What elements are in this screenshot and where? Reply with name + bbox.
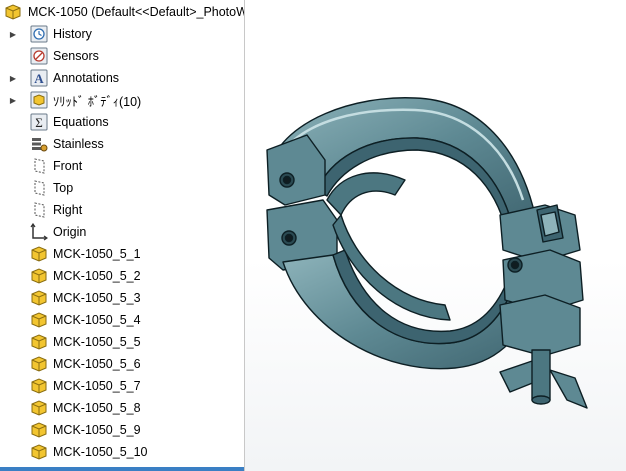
feature-manager-tree[interactable]: MCK-1050 (Default<<Default>_PhotoW ▶ Hist… — [0, 0, 245, 471]
tree-item[interactable]: Sensors — [0, 45, 244, 67]
tree-item[interactable]: MCK-1050_5_9 — [0, 419, 244, 441]
plane-icon — [30, 157, 48, 175]
tree-item-label: MCK-1050_5_9 — [53, 423, 141, 437]
tree-item[interactable]: Front — [0, 155, 244, 177]
tree-item-label: MCK-1050_5_3 — [53, 291, 141, 305]
annotations-icon: A — [30, 69, 48, 87]
tree-item[interactable]: Stainless — [0, 133, 244, 155]
sensors-icon — [30, 47, 48, 65]
tree-item[interactable]: MCK-1050_5_5 — [0, 331, 244, 353]
tree-item-label: MCK-1050_5_8 — [53, 401, 141, 415]
plane-icon — [30, 179, 48, 197]
tree-item-label: Stainless — [53, 137, 104, 151]
tree-item-label: Front — [53, 159, 83, 173]
solid-bodies-icon — [30, 91, 48, 109]
tree-root-item[interactable]: MCK-1050 (Default<<Default>_PhotoW — [0, 1, 244, 23]
graphics-viewport[interactable] — [245, 0, 626, 471]
tree-item[interactable]: MCK-1050_5_2 — [0, 265, 244, 287]
part-icon — [30, 421, 48, 439]
tree-item[interactable]: Top — [0, 177, 244, 199]
tree-item[interactable]: MCK-1050_5_7 — [0, 375, 244, 397]
expand-arrow-icon[interactable]: ▶ — [9, 67, 17, 89]
svg-text:A: A — [34, 71, 44, 86]
tree-item-label: MCK-1050_5_1 — [53, 247, 141, 261]
part-icon — [30, 443, 48, 461]
tree-item[interactable]: Σ Equations — [0, 111, 244, 133]
plane-icon — [30, 201, 48, 219]
selection-bar — [0, 467, 244, 471]
tree-item-label: MCK-1050_5_2 — [53, 269, 141, 283]
part-icon — [30, 355, 48, 373]
tree-item-label: Top — [53, 181, 74, 195]
part-icon — [30, 333, 48, 351]
tree-item-label: Annotations — [53, 71, 120, 85]
tree-item[interactable]: MCK-1050_5_3 — [0, 287, 244, 309]
expand-arrow-icon[interactable]: ▶ — [9, 23, 17, 45]
tree-item-label: MCK-1050_5_6 — [53, 357, 141, 371]
tree-item[interactable]: MCK-1050_5_6 — [0, 353, 244, 375]
part-icon — [30, 311, 48, 329]
tree-item-label: MCK-1050_5_4 — [53, 313, 141, 327]
tree-item[interactable]: Right — [0, 199, 244, 221]
expand-arrow-icon[interactable]: ▶ — [9, 89, 17, 111]
part-icon — [30, 377, 48, 395]
tree-item-label: Equations — [53, 115, 109, 129]
tree-item[interactable]: Origin — [0, 221, 244, 243]
material-icon — [30, 135, 48, 153]
origin-icon — [30, 223, 48, 241]
tree-item[interactable]: MCK-1050_5_8 — [0, 397, 244, 419]
part-file-icon — [4, 3, 22, 21]
tree-item-label: MCK-1050_5_7 — [53, 379, 141, 393]
tree-item-label: Sensors — [53, 49, 99, 63]
tree-item[interactable]: MCK-1050_5_10 — [0, 441, 244, 463]
svg-text:Σ: Σ — [35, 115, 43, 130]
part-icon — [30, 267, 48, 285]
tree-item[interactable]: ▶ ｿﾘｯﾄﾞ ﾎﾞﾃﾞｨ(10) — [0, 89, 244, 111]
part-icon — [30, 399, 48, 417]
tree-item-label: MCK-1050_5_5 — [53, 335, 141, 349]
tree-item-label: History — [53, 27, 92, 41]
tree-item-label: Right — [53, 203, 83, 217]
tree-item[interactable]: MCK-1050_5_4 — [0, 309, 244, 331]
equations-icon: Σ — [30, 113, 48, 131]
tree-item-label: MCK-1050_5_10 — [53, 445, 148, 459]
tree-root-label: MCK-1050 (Default<<Default>_PhotoW — [28, 5, 245, 19]
clamp-model-3d — [266, 97, 588, 409]
part-icon — [30, 289, 48, 307]
tree-item[interactable]: ▶ History — [0, 23, 244, 45]
tree-item[interactable]: ▶ A Annotations — [0, 67, 244, 89]
part-icon — [30, 245, 48, 263]
history-icon — [30, 25, 48, 43]
tree-item-label: ｿﾘｯﾄﾞ ﾎﾞﾃﾞｨ(10) — [53, 94, 142, 109]
tree-item-label: Origin — [53, 225, 87, 239]
tree-item[interactable]: MCK-1050_5_1 — [0, 243, 244, 265]
